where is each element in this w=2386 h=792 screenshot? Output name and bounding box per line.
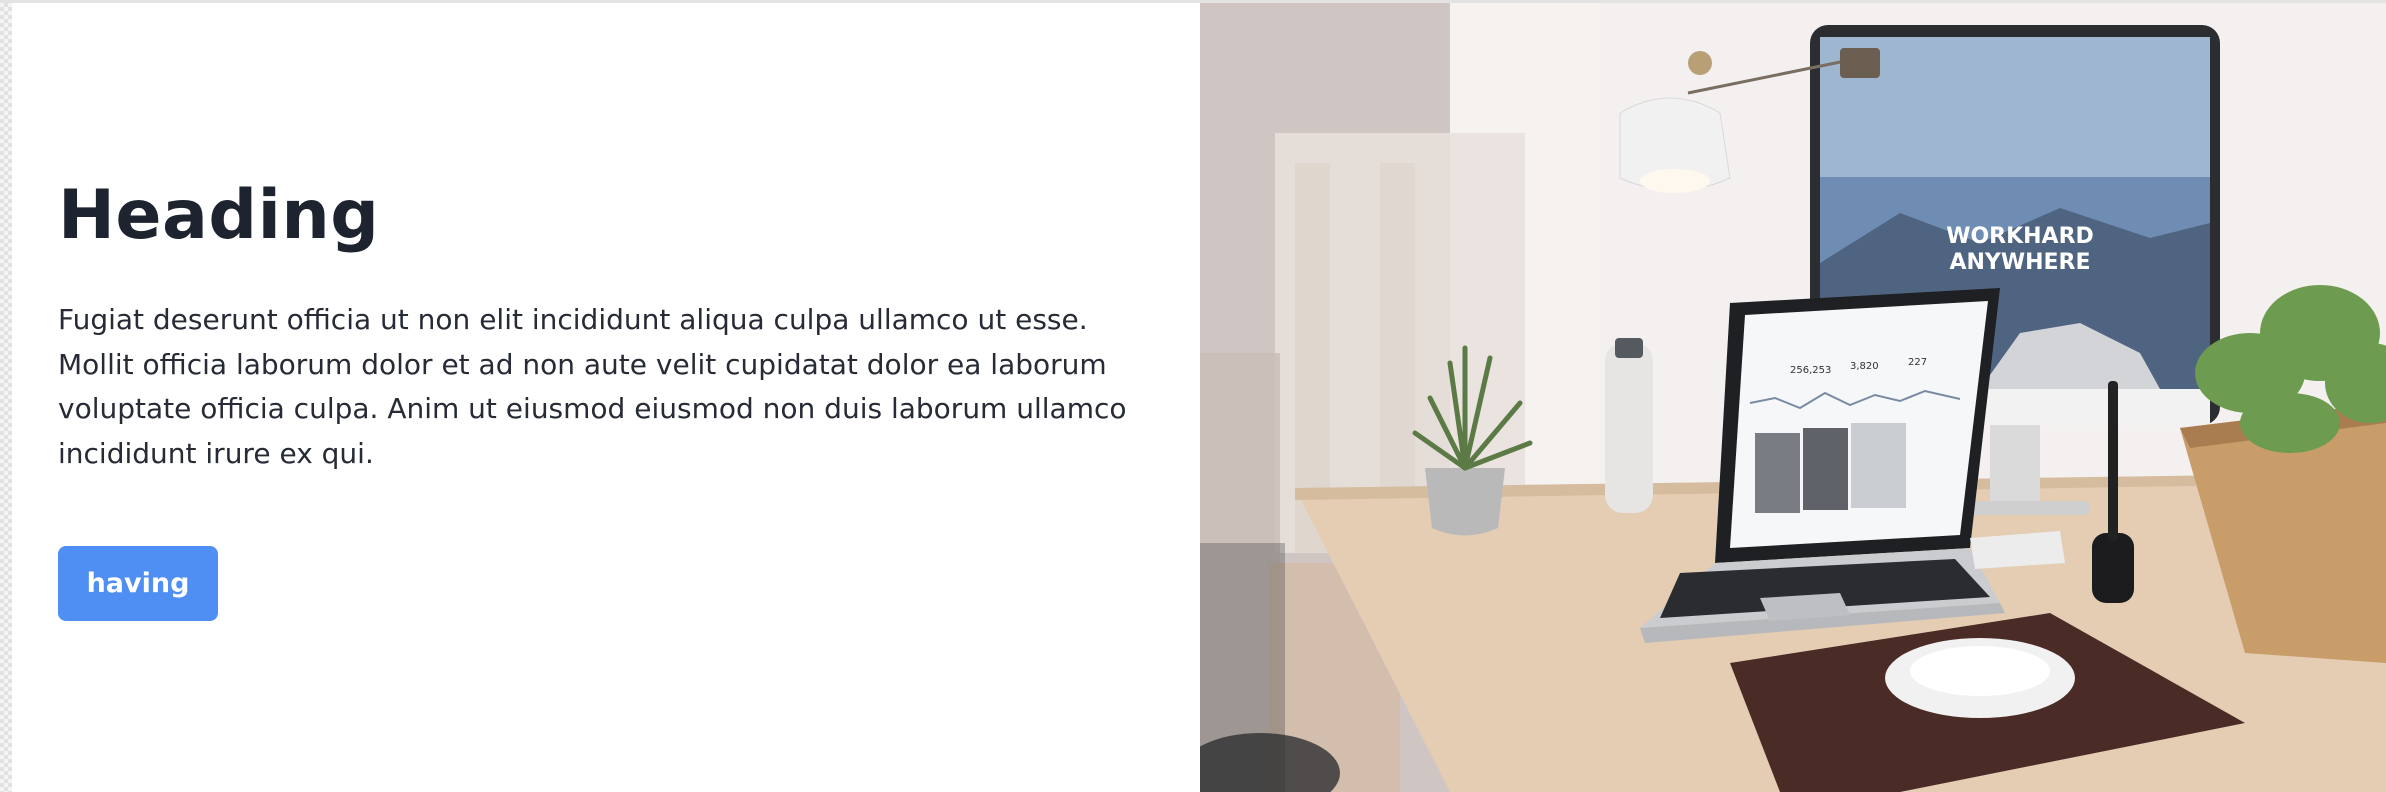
transparency-strip [0, 3, 12, 792]
stat-1: 256,253 [1790, 365, 1831, 376]
cta-button[interactable]: having [58, 546, 218, 621]
hero-image: WORKHARD ANYWHERE 256,253 3,820 227 [1200, 3, 2386, 792]
hero-content: Heading Fugiat deserunt officia ut non e… [58, 170, 1178, 476]
monitor-text-1: WORKHARD [1946, 224, 2094, 249]
stat-2: 3,820 [1850, 361, 1879, 372]
stat-3: 227 [1908, 357, 1927, 368]
page-heading: Heading [58, 176, 380, 255]
monitor-text-2: ANYWHERE [1949, 250, 2090, 275]
hero-paragraph: Fugiat deserunt officia ut non elit inci… [58, 303, 1127, 470]
